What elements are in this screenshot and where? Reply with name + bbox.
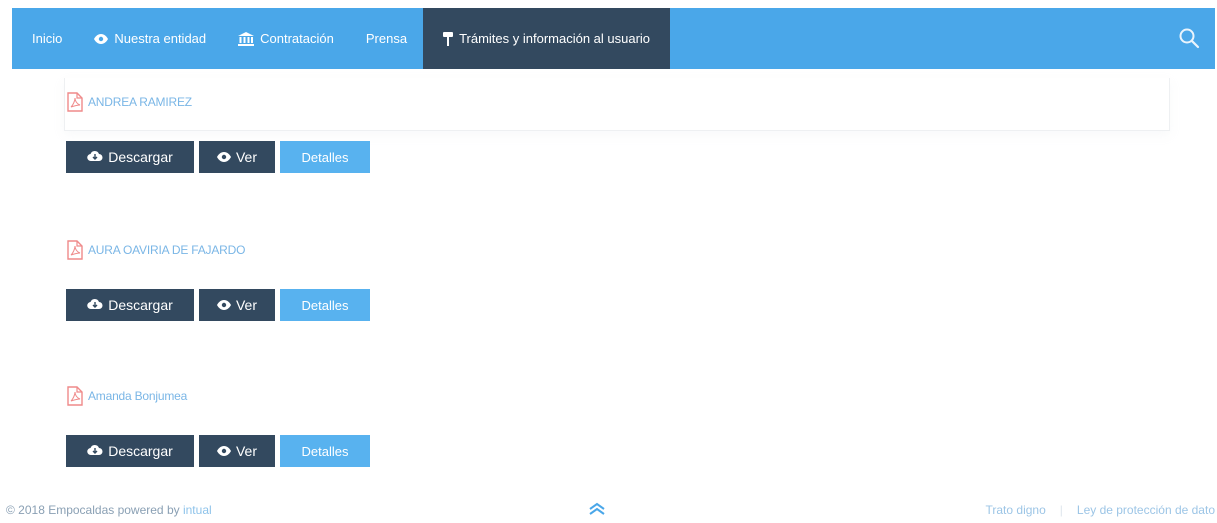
pdf-file-icon <box>66 386 84 406</box>
view-button[interactable]: Ver <box>199 435 275 467</box>
footer-link-trato-digno[interactable]: Trato digno <box>986 503 1046 517</box>
details-label: Detalles <box>301 149 349 165</box>
footer-link-proteccion-datos[interactable]: Ley de protección de dato <box>1077 503 1215 517</box>
eye-icon <box>216 297 231 313</box>
document-title: ANDREA RAMIREZ <box>88 95 192 109</box>
eye-icon <box>216 149 231 165</box>
document-link[interactable]: Amanda Bonjumea <box>66 386 370 406</box>
pin-icon <box>443 31 454 46</box>
document-actions: Descargar Ver Detalles <box>66 435 370 467</box>
footer-copyright: © 2018 Empocaldas powered by intual <box>6 503 212 517</box>
eye-icon <box>216 443 231 459</box>
nav-item-label: Prensa <box>365 31 408 46</box>
download-button[interactable]: Descargar <box>66 289 194 321</box>
nav-item-contratacion[interactable]: Contratación <box>222 8 350 69</box>
top-navbar: Inicio Nuestra entidad Contratación Pren… <box>12 8 1215 69</box>
nav-item-tramites[interactable]: Trámites y información al usuario <box>423 8 671 69</box>
footer-links: Trato digno | Ley de protección de dato <box>986 503 1216 517</box>
nav-item-label: Nuestra entidad <box>114 31 207 46</box>
document-list: ANDREA RAMIREZ Descargar Ver Detalles AU… <box>54 76 1172 496</box>
bank-icon <box>238 31 255 46</box>
view-button[interactable]: Ver <box>199 289 275 321</box>
download-label: Descargar <box>108 443 173 459</box>
list-item: Amanda Bonjumea Descargar Ver Detalles <box>66 386 370 467</box>
powered-by-link[interactable]: intual <box>183 503 212 517</box>
view-label: Ver <box>235 443 257 459</box>
details-button[interactable]: Detalles <box>280 289 370 321</box>
nav-item-label: Inicio <box>32 31 63 46</box>
details-label: Detalles <box>301 297 349 313</box>
nav-item-nuestra-entidad[interactable]: Nuestra entidad <box>78 8 222 69</box>
view-label: Ver <box>235 297 257 313</box>
download-button[interactable]: Descargar <box>66 435 194 467</box>
pdf-file-icon <box>66 240 84 260</box>
nav-item-prensa[interactable]: Prensa <box>350 8 423 69</box>
page-footer: © 2018 Empocaldas powered by intual Trat… <box>0 497 1217 523</box>
nav-item-label: Contratación <box>260 31 334 46</box>
document-actions: Descargar Ver Detalles <box>66 289 370 321</box>
cloud-download-icon <box>87 297 103 313</box>
details-button[interactable]: Detalles <box>280 141 370 173</box>
download-label: Descargar <box>108 297 173 313</box>
details-label: Detalles <box>301 443 349 459</box>
document-title: Amanda Bonjumea <box>88 389 188 403</box>
cloud-download-icon <box>87 149 103 165</box>
details-button[interactable]: Detalles <box>280 435 370 467</box>
nav-item-inicio[interactable]: Inicio <box>12 8 78 69</box>
download-button[interactable]: Descargar <box>66 141 194 173</box>
view-label: Ver <box>235 149 257 165</box>
document-actions: Descargar Ver Detalles <box>66 141 370 173</box>
list-item: AURA OAVIRIA DE FAJARDO Descargar Ver De… <box>66 240 370 321</box>
view-button[interactable]: Ver <box>199 141 275 173</box>
list-item: ANDREA RAMIREZ Descargar Ver Detalles <box>66 92 370 173</box>
document-title: AURA OAVIRIA DE FAJARDO <box>88 243 246 257</box>
search-icon[interactable] <box>1177 26 1201 50</box>
document-link[interactable]: ANDREA RAMIREZ <box>66 92 370 112</box>
footer-separator: | <box>1059 503 1063 517</box>
pdf-file-icon <box>66 92 84 112</box>
cloud-download-icon <box>87 443 103 459</box>
nav-item-label: Trámites y información al usuario <box>459 31 651 46</box>
copyright-text: © 2018 Empocaldas powered by <box>6 503 180 517</box>
document-link[interactable]: AURA OAVIRIA DE FAJARDO <box>66 240 370 260</box>
download-label: Descargar <box>108 149 173 165</box>
eye-icon <box>94 33 109 44</box>
double-chevron-up-icon[interactable] <box>587 502 607 516</box>
